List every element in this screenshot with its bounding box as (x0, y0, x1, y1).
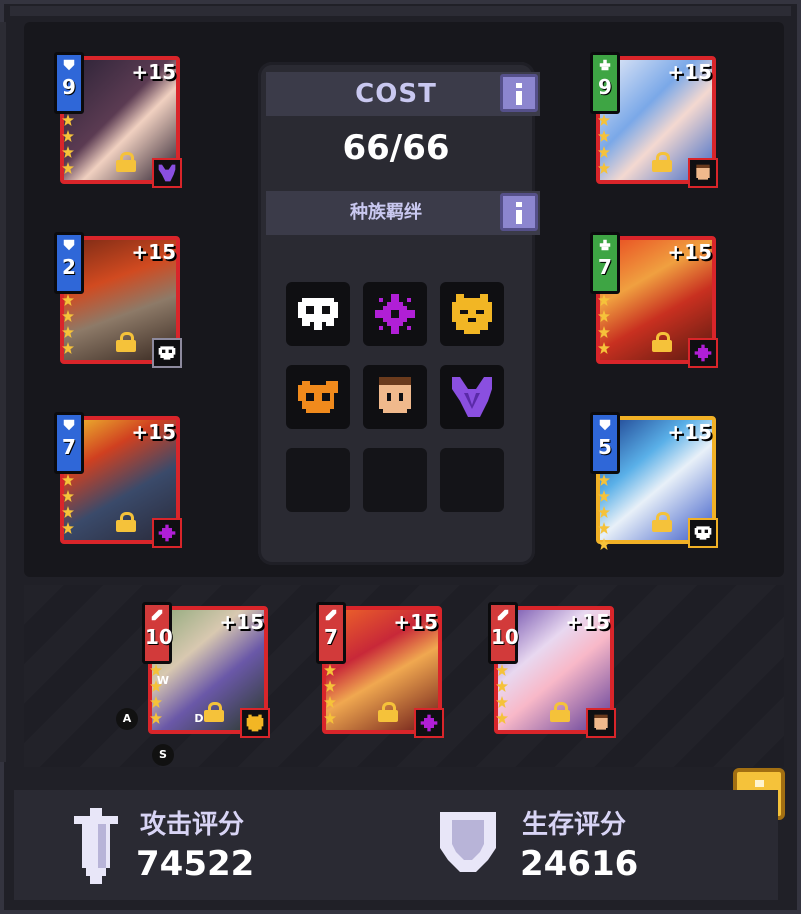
empty-race-slot (363, 448, 427, 512)
skull-race-badge-icon (688, 518, 718, 548)
enhance-level: +15 (667, 420, 712, 444)
spore-race-badge-icon (688, 338, 718, 368)
hero-card[interactable]: +15 2 (54, 232, 182, 368)
hero-level: 9 (598, 75, 612, 99)
hero-level: 5 (598, 435, 612, 459)
survival-score-value: 24616 (520, 844, 639, 884)
hero-level: 7 (62, 435, 76, 459)
shield-class-icon (599, 419, 611, 431)
bond-info-button[interactable] (500, 193, 538, 231)
hero-card[interactable]: +15 7 (590, 232, 718, 368)
key-s[interactable]: S (152, 744, 174, 766)
cost-info-button[interactable] (500, 74, 538, 112)
skull-race-badge-icon (152, 338, 182, 368)
hero-level-badge: 10 (488, 602, 519, 664)
spore-race-icon[interactable] (363, 282, 427, 346)
enhance-level: +15 (131, 420, 176, 444)
attack-score-label: 攻击评分 (140, 810, 245, 840)
demon-race-icon[interactable] (440, 365, 504, 429)
stats-bar (14, 790, 778, 900)
cost-title: COST (355, 79, 437, 109)
beast-race-icon[interactable] (286, 365, 350, 429)
star-rating (324, 664, 338, 728)
human-race-icon[interactable] (363, 365, 427, 429)
hero-card[interactable]: +15 9 (54, 52, 182, 188)
hero-level: 10 (145, 625, 173, 649)
lock-icon (116, 332, 136, 352)
star-rating (598, 294, 612, 358)
spore-race-badge-icon (152, 518, 182, 548)
hero-level-badge: 2 (54, 232, 84, 294)
hero-level-badge: 9 (54, 52, 84, 114)
enhance-level: +15 (565, 610, 610, 634)
cost-value: 66/66 (342, 128, 450, 168)
star-rating (598, 474, 612, 554)
bond-title: 种族羁绊 (350, 202, 422, 223)
key-a[interactable]: A (116, 708, 138, 730)
demon-race-badge-icon (152, 158, 182, 188)
hero-card[interactable]: +15 10 (488, 602, 616, 738)
star-rating (62, 474, 76, 538)
star-rating (598, 114, 612, 178)
lock-icon (652, 512, 672, 532)
lock-icon (116, 512, 136, 532)
support-class-icon (599, 239, 611, 251)
spore-race-badge-icon (414, 708, 444, 738)
hero-level-badge: 7 (316, 602, 346, 664)
key-d[interactable]: D (188, 708, 210, 730)
hero-level-badge: 5 (590, 412, 620, 474)
enhance-level: +15 (393, 610, 438, 634)
hero-level: 10 (491, 625, 519, 649)
support-class-icon (599, 59, 611, 71)
enhance-level: +15 (131, 60, 176, 84)
hero-level-badge: 9 (590, 52, 620, 114)
shield-class-icon (63, 239, 75, 251)
sword-class-icon (151, 609, 163, 621)
hero-level-badge: 7 (590, 232, 620, 294)
hero-card[interactable]: +15 9 (590, 52, 718, 188)
enhance-level: +15 (667, 240, 712, 264)
shield-icon (440, 812, 496, 872)
empty-race-slot (286, 448, 350, 512)
hero-level-badge: 7 (54, 412, 84, 474)
hero-level: 7 (598, 255, 612, 279)
human-race-badge-icon (688, 158, 718, 188)
key-w[interactable]: W (152, 670, 174, 692)
star-rating (62, 114, 76, 178)
hero-level: 9 (62, 75, 76, 99)
top-bar (10, 6, 791, 16)
star-rating (496, 664, 510, 728)
empty-race-slot (440, 448, 504, 512)
enhance-level: +15 (667, 60, 712, 84)
cat-race-icon[interactable] (440, 282, 504, 346)
sword-icon (74, 808, 118, 884)
shield-class-icon (63, 59, 75, 71)
attack-score-value: 74522 (136, 844, 255, 884)
hero-level: 2 (62, 255, 76, 279)
lock-icon (652, 332, 672, 352)
hero-card[interactable]: +15 7 (54, 412, 182, 548)
cat-race-badge-icon (240, 708, 270, 738)
lock-icon (550, 702, 570, 722)
sword-class-icon (497, 609, 509, 621)
lock-icon (116, 152, 136, 172)
hero-level-badge: 10 (142, 602, 173, 664)
lock-icon (378, 702, 398, 722)
hero-card[interactable]: +15 5 (590, 412, 718, 550)
hero-level: 7 (324, 625, 338, 649)
enhance-level: +15 (219, 610, 264, 634)
skull-race-icon[interactable] (286, 282, 350, 346)
human-race-badge-icon (586, 708, 616, 738)
enhance-level: +15 (131, 240, 176, 264)
hero-card[interactable]: +15 7 (316, 602, 444, 738)
survival-score-label: 生存评分 (522, 810, 627, 840)
star-rating (62, 294, 76, 358)
lock-icon (652, 152, 672, 172)
shield-class-icon (63, 419, 75, 431)
left-tab-strip[interactable] (0, 22, 6, 762)
sword-class-icon (325, 609, 337, 621)
